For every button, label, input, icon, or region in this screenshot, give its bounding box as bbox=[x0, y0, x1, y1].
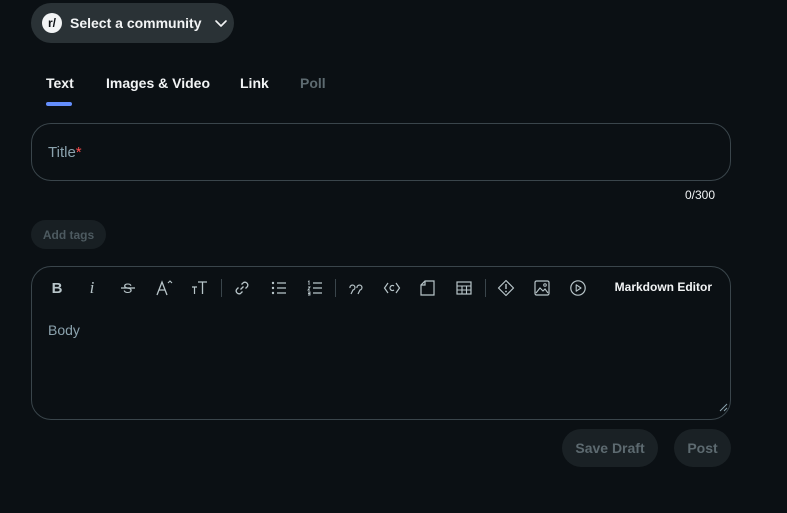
tab-images-video[interactable]: Images & Video bbox=[106, 75, 210, 91]
heading-icon[interactable] bbox=[190, 278, 210, 298]
tab-link[interactable]: Link bbox=[240, 75, 269, 91]
strikethrough-icon[interactable]: S bbox=[118, 278, 138, 298]
superscript-icon[interactable] bbox=[154, 278, 174, 298]
tab-poll[interactable]: Poll bbox=[300, 75, 326, 91]
bold-icon[interactable]: B bbox=[47, 278, 67, 298]
table-icon[interactable] bbox=[454, 278, 474, 298]
community-selector-label: Select a community bbox=[70, 15, 202, 31]
resize-handle-icon[interactable] bbox=[719, 399, 728, 417]
body-editor[interactable]: B i S Markdown Editor Body bbox=[31, 266, 731, 420]
body-placeholder: Body bbox=[48, 322, 80, 338]
image-icon[interactable] bbox=[532, 278, 552, 298]
formatting-toolbar: B i S Markdown Editor bbox=[32, 267, 730, 309]
link-icon[interactable] bbox=[232, 278, 252, 298]
quote-icon[interactable] bbox=[346, 278, 366, 298]
active-tab-indicator bbox=[46, 102, 72, 106]
title-placeholder: Title* bbox=[48, 143, 82, 161]
spoiler-icon[interactable] bbox=[496, 278, 516, 298]
title-input[interactable]: Title* bbox=[31, 123, 731, 181]
add-tags-button[interactable]: Add tags bbox=[31, 220, 106, 249]
community-logo-icon: r/ bbox=[42, 13, 62, 33]
tab-text[interactable]: Text bbox=[46, 75, 74, 91]
required-asterisk: * bbox=[75, 143, 82, 161]
title-char-counter: 0/300 bbox=[684, 188, 715, 202]
post-button[interactable]: Post bbox=[674, 429, 731, 467]
bullet-list-icon[interactable] bbox=[269, 278, 289, 298]
numbered-list-icon[interactable] bbox=[305, 278, 325, 298]
video-icon[interactable] bbox=[568, 278, 588, 298]
community-selector[interactable]: r/ Select a community bbox=[31, 3, 234, 43]
code-icon[interactable] bbox=[382, 278, 402, 298]
chevron-down-icon bbox=[214, 16, 228, 30]
toolbar-divider bbox=[335, 279, 336, 297]
markdown-editor-button[interactable]: Markdown Editor bbox=[615, 280, 712, 294]
italic-icon[interactable]: i bbox=[82, 278, 102, 298]
save-draft-button[interactable]: Save Draft bbox=[562, 429, 658, 467]
toolbar-divider bbox=[221, 279, 222, 297]
code-block-icon[interactable] bbox=[418, 278, 438, 298]
toolbar-divider bbox=[485, 279, 486, 297]
